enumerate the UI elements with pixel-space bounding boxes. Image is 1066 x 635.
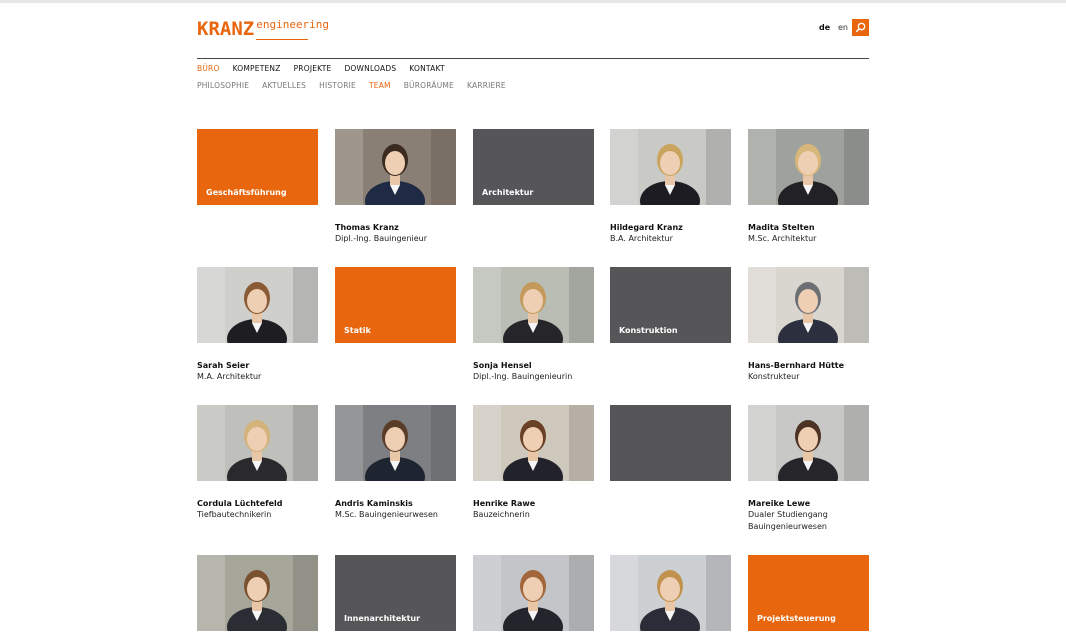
nav-divider [197,58,869,59]
portrait-photo [197,555,318,635]
category-tile-bg[interactable]: Geschäftsführung [197,129,318,205]
portrait-photo [335,405,456,497]
team-member-card[interactable]: Cordula Lüchtefeld Tiefbautechnikerin [197,405,318,521]
member-role: M.Sc. Bauingenieurwesen [335,510,438,519]
team-member-card[interactable]: Mareike Lewe Dualer Studiengang Bauingenie… [748,405,869,533]
primary-nav: BÜRO KOMPETENZ PROJEKTE DOWNLOADS KONTAK… [197,64,458,73]
category-tile-bg[interactable] [610,405,731,481]
nav-item-buero[interactable]: BÜRO [197,64,220,73]
logo-engineering: engineering [256,18,330,31]
nav-item-projekte[interactable]: PROJEKTE [294,64,332,73]
category-tile-bg[interactable]: Architektur [473,129,594,205]
member-role: M.Sc. Architektur [748,234,817,243]
team-member-card[interactable]: Sonja Hensel Dipl.-Ing. Bauingenieurin [473,267,594,383]
member-role: B.A. Architektur [610,234,673,243]
member-name: Hans-Bernhard Hütte [748,361,845,370]
team-member-card[interactable]: Sarah Seier M.A. Architektur [197,267,318,383]
category-tile-label: Innenarchitektur [344,614,421,623]
member-name: Sarah Seier [197,361,250,370]
team-member-card[interactable]: Hans-Bernhard Hütte Konstrukteur [748,267,869,383]
member-role: Tiefbautechnikerin [197,510,272,519]
portrait-photo [335,129,456,221]
portrait-photo [473,555,594,635]
team-member-card[interactable]: Andris Kaminskis M.Sc. Bauingenieurwesen [335,405,456,521]
member-name: Mareike Lewe [748,499,811,508]
member-name: Henrike Rawe [473,499,536,508]
portrait-photo [610,129,731,221]
category-tile-label: Statik [344,326,371,335]
team-category-tile[interactable]: Innenarchitektur [335,555,456,631]
logo-kranz: KRANZ [197,18,255,40]
portrait-photo [473,405,594,497]
member-role: Dipl.-Ing. Bauingenieur [335,234,428,243]
member-role: Dualer Studiengang [748,510,828,519]
category-tile-label: Geschäftsführung [206,188,287,197]
team-category-tile[interactable]: Geschäftsführung [197,129,318,205]
team-category-tile[interactable]: Konstruktion [610,267,731,343]
member-role: Bauzeichnerin [473,510,530,519]
secondary-nav: PHILOSOPHIE AKTUELLES HISTORIE TEAM BÜRO… [197,81,519,90]
team-member-card[interactable]: Henrike Rawe Bauzeichnerin [473,405,594,521]
portrait-photo [748,267,869,359]
portrait-photo [748,405,869,497]
team-member-card[interactable] [610,555,731,635]
member-name: Sonja Hensel [473,361,532,370]
subnav-item-historie[interactable]: HISTORIE [319,81,356,90]
member-name: Thomas Kranz [335,223,399,232]
team-category-tile[interactable] [610,405,731,481]
category-tile-label: Architektur [482,188,534,197]
team-member-card[interactable] [473,555,594,635]
member-role: M.A. Architektur [197,372,262,381]
category-tile-bg[interactable]: Statik [335,267,456,343]
category-tile-bg[interactable]: Konstruktion [610,267,731,343]
nav-item-downloads[interactable]: DOWNLOADS [344,64,396,73]
category-tile-bg[interactable]: Innenarchitektur [335,555,456,631]
team-grid: Geschäftsführung Thomas Kranz Dipl.-Ing. B… [197,129,869,635]
nav-item-kontakt[interactable]: KONTAKT [409,64,444,73]
team-member-card[interactable] [197,555,318,635]
member-name: Hildegard Kranz [610,223,683,232]
member-name: Andris Kaminskis [335,499,413,508]
member-role: Konstrukteur [748,372,800,381]
portrait-photo [197,405,318,497]
team-category-tile[interactable]: Architektur [473,129,594,205]
subnav-item-team[interactable]: TEAM [369,81,391,90]
subnav-item-philosophie[interactable]: PHILOSOPHIE [197,81,249,90]
search-icon [855,22,866,33]
team-member-card[interactable]: Hildegard Kranz B.A. Architektur [610,129,731,245]
subnav-item-bueroraeume[interactable]: BÜRORÄUME [404,81,454,90]
nav-item-kompetenz[interactable]: KOMPETENZ [233,64,281,73]
team-category-tile[interactable]: Statik [335,267,456,343]
lang-de-link[interactable]: de [819,23,830,32]
member-name: Cordula Lüchtefeld [197,499,283,508]
brand-logo[interactable]: KRANZ engineering [197,17,329,41]
top-border [0,0,1066,3]
category-tile-label: Projektsteuerung [757,614,836,623]
category-tile-label: Konstruktion [619,326,678,335]
category-tile-bg[interactable]: Projektsteuerung [748,555,869,631]
portrait-photo [610,555,731,635]
member-name: Madita Stelten [748,223,815,232]
logo-underline [256,39,308,40]
team-member-card[interactable]: Thomas Kranz Dipl.-Ing. Bauingenieur [335,129,456,245]
portrait-photo [748,129,869,221]
member-role: Dipl.-Ing. Bauingenieurin [473,372,573,381]
search-button[interactable] [852,19,869,36]
member-role-line2: Bauingenieurwesen [748,522,827,531]
lang-en-link[interactable]: en [838,23,848,32]
team-category-tile[interactable]: Projektsteuerung [748,555,869,631]
portrait-photo [473,267,594,359]
subnav-item-karriere[interactable]: KARRIERE [467,81,506,90]
subnav-item-aktuelles[interactable]: AKTUELLES [262,81,306,90]
team-member-card[interactable]: Madita Stelten M.Sc. Architektur [748,129,869,245]
portrait-photo [197,267,318,359]
